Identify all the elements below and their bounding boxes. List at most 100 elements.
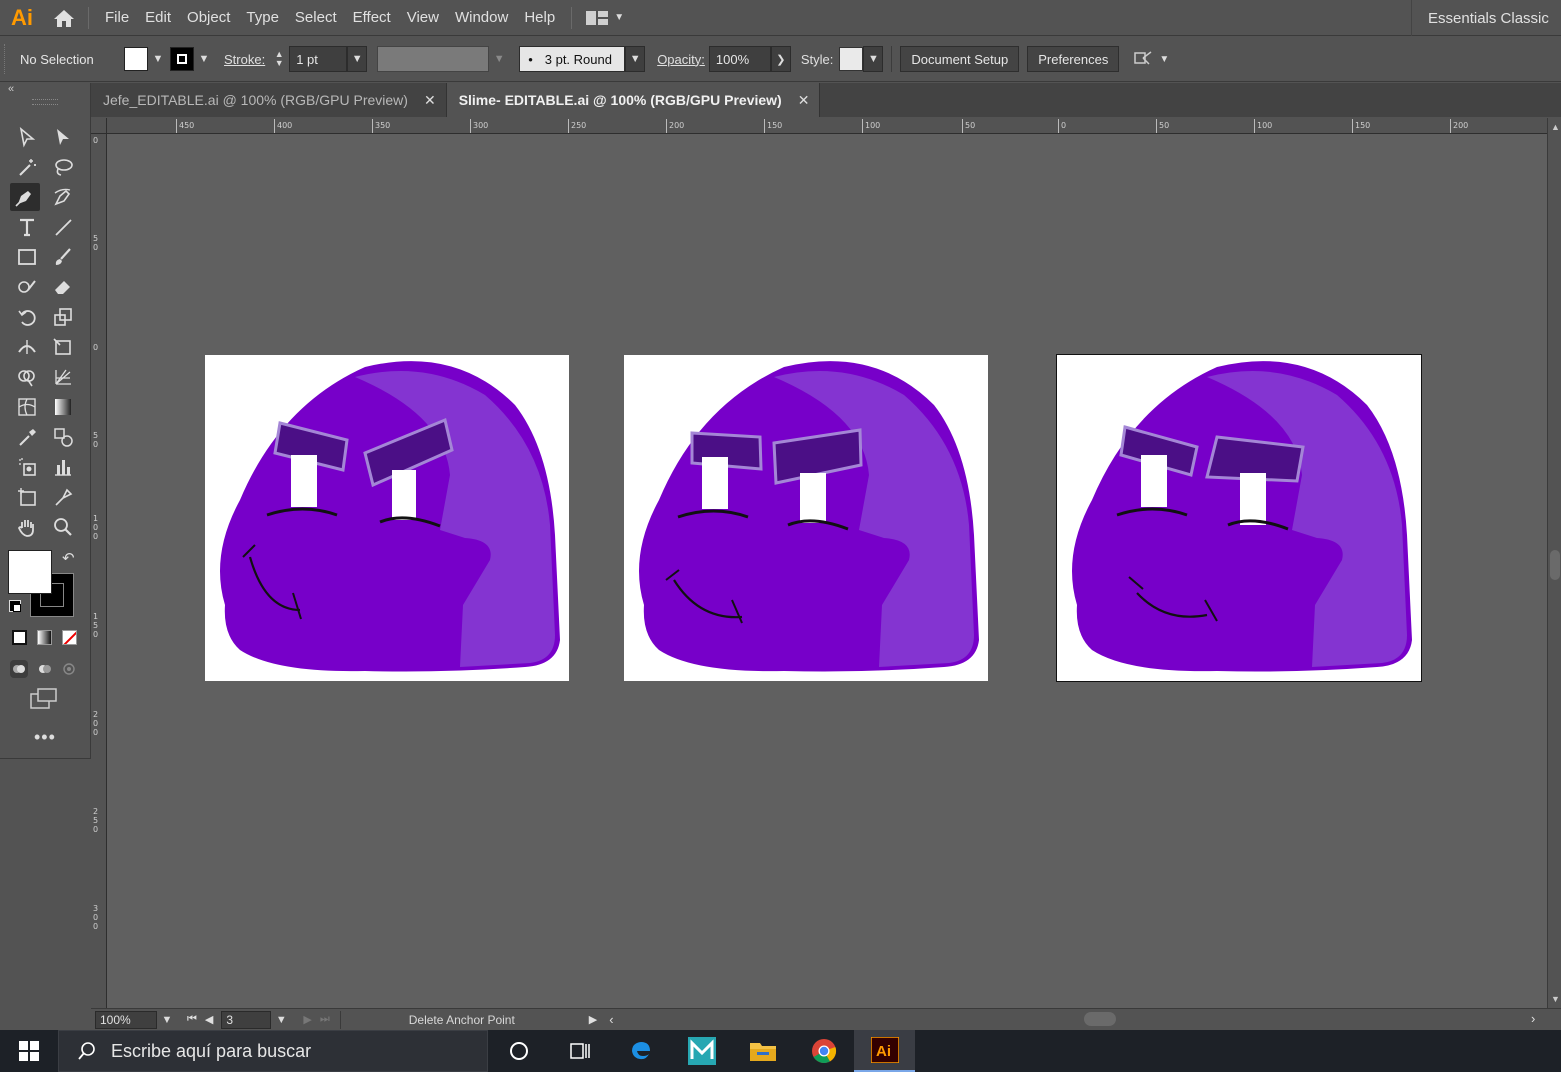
perspective-grid-tool[interactable] — [48, 363, 78, 391]
fill-swatch[interactable] — [124, 47, 148, 71]
scroll-down-icon[interactable]: ▼ — [1551, 994, 1560, 1004]
style-swatch[interactable] — [839, 47, 864, 71]
variable-width-profile[interactable] — [377, 46, 490, 72]
document-setup-button[interactable]: Document Setup — [900, 46, 1020, 72]
arrange-icon[interactable]: ▼ — [1133, 50, 1169, 68]
shape-builder-tool[interactable] — [12, 363, 42, 391]
paintbrush-tool[interactable] — [48, 243, 78, 271]
color-mode-icon[interactable] — [12, 630, 27, 645]
canvas[interactable] — [107, 134, 1547, 1008]
blend-tool[interactable] — [48, 423, 78, 451]
menu-file[interactable]: File — [97, 0, 137, 36]
slice-tool[interactable] — [48, 483, 78, 511]
magic-wand-tool[interactable] — [12, 153, 42, 181]
opacity-input[interactable]: 100% — [708, 46, 771, 72]
swap-fill-stroke-icon[interactable]: ↶ — [62, 549, 75, 567]
vertical-scroll-thumb[interactable] — [1550, 550, 1560, 580]
default-fill-stroke-icon[interactable] — [9, 600, 21, 612]
scroll-up-icon[interactable]: ▲ — [1551, 122, 1560, 132]
ruler-origin[interactable] — [91, 118, 107, 134]
taskbar-search[interactable]: Escribe aquí para buscar — [58, 1030, 488, 1072]
rectangle-tool[interactable] — [12, 243, 42, 271]
scale-tool[interactable] — [48, 303, 78, 331]
shaper-tool[interactable] — [12, 273, 42, 301]
free-transform-tool[interactable] — [48, 333, 78, 361]
mesh-tool[interactable] — [12, 393, 42, 421]
close-icon[interactable]: ✕ — [424, 92, 436, 109]
opacity-label[interactable]: Opacity: — [653, 52, 709, 67]
workspace-switcher[interactable]: Essentials Classic — [1411, 0, 1561, 36]
menu-window[interactable]: Window — [447, 0, 516, 36]
type-tool[interactable] — [12, 213, 42, 241]
stroke-swatch[interactable] — [170, 47, 194, 71]
taskbar-file-explorer[interactable] — [732, 1030, 793, 1072]
home-icon[interactable] — [44, 0, 84, 36]
horizontal-scroll-thumb[interactable] — [1084, 1012, 1116, 1026]
brush-definition[interactable]: • 3 pt. Round — [519, 46, 626, 72]
screen-mode-icon[interactable] — [30, 688, 58, 713]
current-tool-status[interactable]: Delete Anchor Point — [409, 1013, 589, 1027]
selection-tool[interactable] — [12, 123, 42, 151]
gradient-tool[interactable] — [48, 393, 78, 421]
first-artboard-icon[interactable]: ⏮ — [187, 1013, 197, 1026]
cortana-button[interactable] — [488, 1030, 549, 1072]
eraser-tool[interactable] — [48, 273, 78, 301]
panel-grip[interactable] — [32, 99, 58, 105]
menu-select[interactable]: Select — [287, 0, 345, 36]
menu-view[interactable]: View — [399, 0, 447, 36]
taskbar-edge[interactable] — [610, 1030, 671, 1072]
artboard-2[interactable] — [624, 355, 988, 681]
next-artboard-icon[interactable]: ▶ — [303, 1013, 311, 1026]
rotate-tool[interactable] — [12, 303, 42, 331]
artboard-number-field[interactable]: 3 — [221, 1010, 272, 1029]
gradient-mode-icon[interactable] — [37, 630, 52, 645]
draw-behind-icon[interactable] — [36, 660, 54, 678]
taskbar-chrome[interactable] — [793, 1030, 854, 1072]
preferences-button[interactable]: Preferences — [1027, 46, 1120, 72]
pen-tool[interactable] — [10, 183, 40, 211]
zoom-field[interactable]: 100% — [95, 1010, 157, 1029]
brush-chevron-icon[interactable]: ▼ — [625, 46, 646, 72]
stroke-dropdown-chevron-icon[interactable]: ▼ — [194, 46, 214, 72]
collapse-panel-icon[interactable]: « — [8, 83, 14, 95]
profile-chevron-icon[interactable]: ▼ — [489, 46, 509, 72]
draw-inside-icon[interactable] — [60, 660, 78, 678]
close-icon[interactable]: ✕ — [798, 92, 810, 109]
artboard-1[interactable] — [205, 355, 569, 681]
width-tool[interactable] — [12, 333, 42, 361]
fill-dropdown-chevron-icon[interactable]: ▼ — [148, 46, 168, 72]
last-artboard-icon[interactable]: ⏭ — [320, 1013, 330, 1026]
zoom-chevron-icon[interactable]: ▼ — [157, 1011, 177, 1029]
horizontal-ruler[interactable]: 450 400 350 300 250 200 150 100 50 0 50 100 150 200 — [107, 118, 1547, 134]
artboard-3[interactable] — [1056, 354, 1422, 682]
taskbar-maya[interactable] — [671, 1030, 732, 1072]
stroke-weight-input[interactable]: 1 pt — [289, 46, 348, 72]
scroll-left-icon[interactable]: ‹ — [609, 1012, 613, 1027]
lasso-tool[interactable] — [48, 153, 78, 181]
arrange-documents-button[interactable]: ▼ — [580, 10, 630, 25]
stroke-weight-chevron-icon[interactable]: ▼ — [347, 46, 368, 72]
style-chevron-icon[interactable]: ▼ — [863, 46, 884, 72]
artboard-tool[interactable] — [12, 483, 42, 511]
hand-tool[interactable] — [12, 513, 42, 541]
task-view-button[interactable] — [549, 1030, 610, 1072]
eyedropper-tool[interactable] — [12, 423, 42, 451]
menu-help[interactable]: Help — [516, 0, 563, 36]
fill-color-box[interactable] — [8, 550, 52, 594]
menu-edit[interactable]: Edit — [137, 0, 179, 36]
zoom-tool[interactable] — [48, 513, 78, 541]
curvature-tool[interactable] — [48, 183, 78, 211]
line-segment-tool[interactable] — [48, 213, 78, 241]
menu-effect[interactable]: Effect — [345, 0, 399, 36]
vertical-ruler[interactable]: 0 5 0 0 5 0 1 0 0 1 5 0 2 0 0 2 5 0 3 0 0 — [91, 134, 107, 1008]
symbol-sprayer-tool[interactable] — [12, 453, 42, 481]
menu-type[interactable]: Type — [238, 0, 287, 36]
tab-jefe-editable[interactable]: Jefe_EDITABLE.ai @ 100% (RGB/GPU Preview… — [91, 83, 447, 117]
status-menu-icon[interactable]: ▶ — [589, 1013, 597, 1026]
tab-slime-editable[interactable]: Slime- EDITABLE.ai @ 100% (RGB/GPU Previ… — [446, 83, 821, 117]
menu-object[interactable]: Object — [179, 0, 238, 36]
direct-selection-tool[interactable] — [48, 123, 78, 151]
taskbar-illustrator[interactable]: Ai — [854, 1030, 915, 1072]
none-mode-icon[interactable] — [62, 630, 77, 645]
column-graph-tool[interactable] — [48, 453, 78, 481]
